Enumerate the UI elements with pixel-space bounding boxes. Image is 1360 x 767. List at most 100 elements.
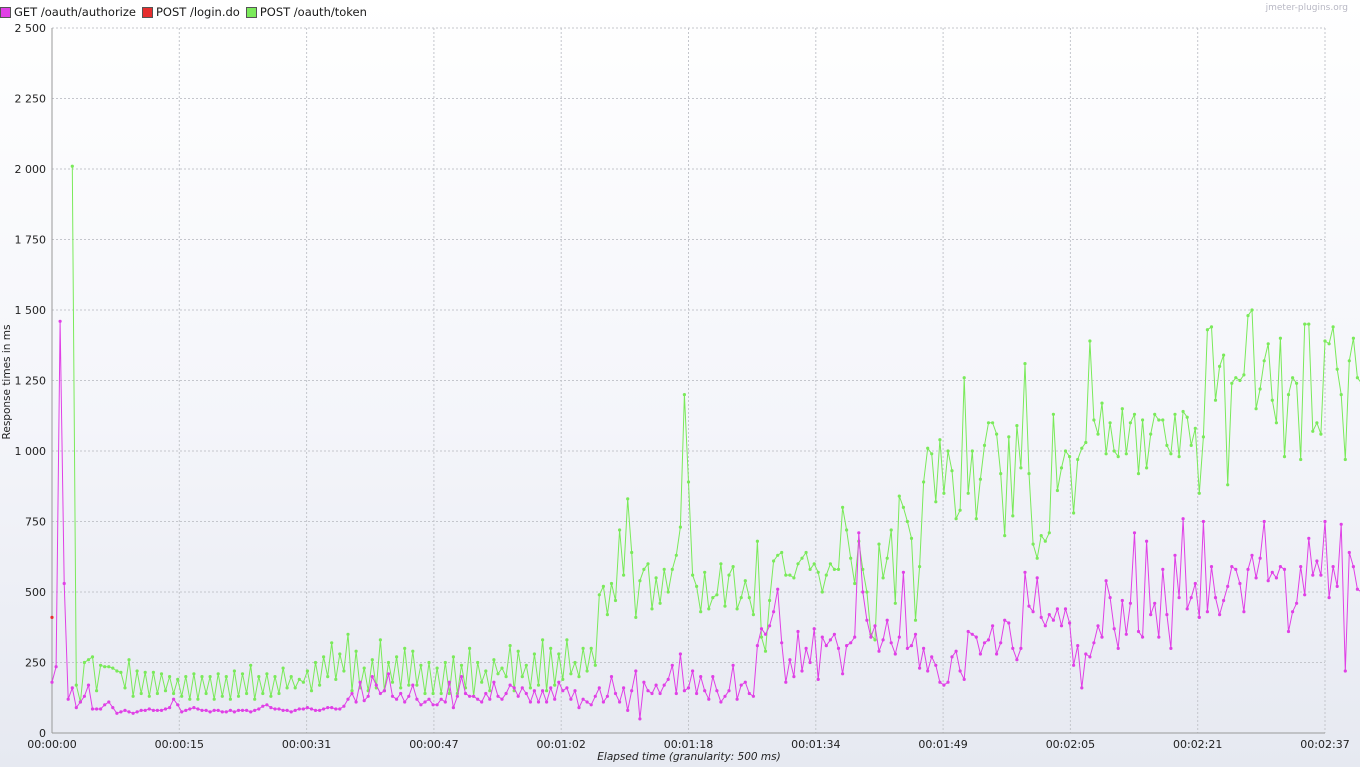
x-tick-label: 00:01:02 bbox=[536, 738, 585, 751]
data-point bbox=[293, 708, 297, 713]
data-point bbox=[622, 686, 626, 690]
data-point bbox=[374, 683, 378, 687]
data-point bbox=[763, 632, 768, 636]
data-point bbox=[147, 694, 151, 698]
x-axis-label: Elapsed time (granularity: 500 ms) bbox=[597, 751, 780, 763]
data-point bbox=[1136, 629, 1141, 634]
data-point bbox=[1051, 618, 1055, 622]
data-point bbox=[423, 691, 427, 696]
data-point bbox=[978, 652, 983, 656]
data-point bbox=[390, 694, 395, 698]
data-point bbox=[524, 691, 528, 696]
data-point bbox=[1072, 663, 1076, 667]
data-point bbox=[451, 706, 455, 710]
data-point bbox=[682, 393, 687, 397]
data-point bbox=[476, 660, 480, 665]
data-point bbox=[1027, 604, 1031, 608]
data-point bbox=[224, 710, 228, 714]
data-point bbox=[318, 683, 322, 687]
data-point bbox=[1059, 466, 1064, 470]
data-point bbox=[1084, 440, 1088, 445]
data-point bbox=[399, 686, 403, 690]
data-point bbox=[66, 697, 70, 701]
data-point bbox=[938, 680, 942, 684]
data-point bbox=[776, 587, 780, 591]
data-point bbox=[1007, 435, 1011, 439]
data-point bbox=[240, 672, 245, 676]
y-tick-label: 750 bbox=[25, 516, 46, 529]
data-point bbox=[297, 677, 301, 682]
data-point bbox=[172, 697, 176, 701]
data-point bbox=[1112, 627, 1116, 631]
data-point bbox=[918, 565, 922, 569]
data-point bbox=[204, 708, 208, 713]
data-point bbox=[508, 683, 512, 687]
legend-item-get-authorize[interactable]: GET /oauth/authorize bbox=[0, 5, 136, 19]
data-point bbox=[1011, 646, 1015, 651]
data-point bbox=[159, 708, 164, 713]
data-point bbox=[168, 706, 172, 710]
data-point bbox=[670, 567, 674, 572]
data-point bbox=[427, 660, 431, 665]
data-point bbox=[504, 675, 508, 679]
data-point bbox=[1343, 669, 1347, 673]
data-point bbox=[901, 570, 906, 574]
data-point bbox=[334, 707, 338, 711]
x-tick-label: 00:01:34 bbox=[791, 738, 840, 751]
data-point bbox=[212, 697, 216, 701]
data-point bbox=[853, 635, 857, 639]
data-point bbox=[484, 669, 488, 673]
data-point bbox=[1335, 367, 1339, 371]
data-point bbox=[666, 677, 670, 682]
data-point bbox=[905, 519, 910, 524]
data-point bbox=[638, 579, 642, 583]
data-point bbox=[796, 562, 800, 566]
data-point bbox=[1351, 565, 1355, 569]
data-point bbox=[788, 573, 792, 577]
data-point bbox=[1355, 587, 1359, 591]
data-point bbox=[873, 624, 877, 628]
data-point bbox=[1319, 432, 1323, 436]
data-point bbox=[816, 677, 820, 682]
data-point bbox=[427, 697, 431, 701]
data-point bbox=[1331, 325, 1335, 329]
data-point bbox=[597, 686, 601, 690]
series-0 bbox=[50, 319, 1360, 721]
data-point bbox=[382, 689, 386, 693]
data-point bbox=[281, 666, 285, 670]
x-tick-label: 00:01:49 bbox=[918, 738, 967, 751]
data-point bbox=[711, 675, 715, 679]
watermark: jmeter-plugins.org bbox=[1265, 3, 1348, 13]
data-point bbox=[1047, 613, 1051, 617]
data-point bbox=[496, 694, 500, 698]
data-point bbox=[1019, 466, 1023, 470]
data-point bbox=[695, 584, 699, 589]
data-point bbox=[986, 638, 991, 642]
data-point bbox=[585, 669, 589, 673]
data-point bbox=[435, 703, 439, 707]
data-point bbox=[1230, 381, 1234, 385]
data-point bbox=[986, 421, 991, 425]
data-point bbox=[1355, 376, 1359, 380]
data-point bbox=[50, 615, 54, 620]
data-point bbox=[1205, 328, 1209, 332]
data-point bbox=[1128, 421, 1132, 425]
data-point bbox=[95, 707, 99, 711]
data-point bbox=[1128, 601, 1132, 605]
data-point bbox=[103, 703, 107, 707]
data-point bbox=[62, 581, 66, 586]
data-point bbox=[455, 694, 459, 698]
data-point bbox=[407, 694, 411, 698]
data-point bbox=[1141, 635, 1145, 639]
data-point bbox=[127, 658, 131, 662]
legend-item-post-login[interactable]: POST /login.do bbox=[141, 5, 240, 19]
legend-item-post-token[interactable]: POST /oauth/token bbox=[245, 5, 367, 19]
data-point bbox=[950, 469, 954, 473]
data-point bbox=[780, 550, 784, 555]
data-point bbox=[541, 689, 545, 693]
data-point bbox=[1278, 336, 1282, 340]
data-point bbox=[824, 644, 828, 648]
data-point bbox=[820, 590, 824, 594]
data-point bbox=[370, 675, 374, 679]
data-point bbox=[1282, 455, 1287, 459]
